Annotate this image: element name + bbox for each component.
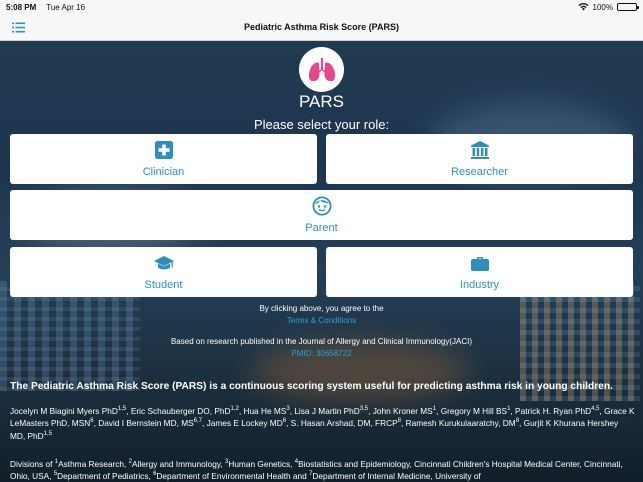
author-name: Hua He MS: [243, 406, 287, 416]
pars-description: The Pediatric Asthma Risk Score (PARS) i…: [10, 381, 613, 392]
author-name: Gregory M Hill BS: [440, 406, 508, 416]
author-affiliation-number: 4,5: [591, 406, 600, 413]
affiliation-text: Department of Environmental Health and: [156, 471, 310, 482]
parent-label: Parent: [305, 222, 338, 234]
author-name: Eric Schauberger DO, PhD: [130, 406, 231, 416]
author-list: Jocelyn M Biagini Myers PhD1,5, Eric Sch…: [10, 406, 635, 441]
affiliation-text: Allergy and Immunology,: [131, 459, 225, 469]
author-affiliation-number: 6: [282, 418, 287, 425]
medical-cross-icon: [154, 141, 173, 159]
author-name: John Kroner MS: [372, 406, 433, 416]
wifi-icon: [578, 3, 589, 11]
nav-bar: Pediatric Asthma Risk Score (PARS): [0, 14, 643, 41]
affiliation-text: Department of Internal Medicine, Univers…: [312, 471, 481, 482]
app-logo: [299, 47, 344, 92]
pmid-link[interactable]: PMID: 30658722: [0, 349, 643, 358]
affiliation-text: Asthma Research,: [58, 459, 129, 469]
author-affiliation-number: 1,5: [117, 406, 127, 413]
author-name: James E Lockey MD: [206, 418, 283, 429]
menu-icon[interactable]: [12, 22, 25, 33]
author-name: Patrick H. Ryan PhD: [515, 406, 592, 416]
role-prompt: Please select your role:: [253, 117, 390, 132]
affiliation-text: Department of Pediatrics,: [57, 471, 154, 482]
research-source-text: Based on research published in the Journ…: [170, 337, 473, 346]
student-label: Student: [144, 279, 183, 291]
nav-title: Pediatric Asthma Risk Score (PARS): [243, 22, 400, 32]
terms-link[interactable]: Terms & Conditions: [0, 316, 643, 325]
author-affiliation-number: 6: [90, 418, 94, 425]
affiliation-prefix: Divisions of: [10, 459, 55, 469]
status-date: Tue Apr 16: [46, 2, 86, 12]
author-affiliation-number: 3,5: [359, 406, 369, 413]
author-affiliation-number: 8: [515, 418, 520, 425]
affiliation-text: Human Genetics,: [228, 459, 295, 469]
author-name: S. Hasan Arshad, DM, FRCP: [290, 418, 398, 429]
app-name: PARS: [298, 92, 345, 111]
researcher-label: Researcher: [451, 166, 508, 178]
researcher-button[interactable]: Researcher: [326, 134, 633, 184]
industry-button[interactable]: Industry: [326, 247, 633, 297]
author-name: Jocelyn M Biagini Myers PhD: [10, 406, 118, 416]
author-affiliation-number: 1,5: [43, 431, 52, 438]
clinician-label: Clinician: [142, 166, 185, 178]
author-affiliation-number: 6,7: [193, 418, 202, 425]
parent-button[interactable]: Parent: [10, 190, 633, 240]
clinician-button[interactable]: Clinician: [10, 134, 317, 184]
author-affiliation-number: 3: [286, 406, 290, 413]
status-time: 5:08 PM: [6, 2, 37, 12]
affiliation-list: Divisions of 1Asthma Research, 2Allergy …: [10, 458, 635, 482]
author-name: Ramesh Kurukulaaratchy, DM: [405, 418, 516, 429]
battery-percent: 100%: [592, 2, 613, 12]
briefcase-icon: [470, 257, 489, 271]
author-affiliation-number: 8: [397, 418, 401, 425]
author-affiliation-number: 1,2: [230, 406, 239, 413]
author-affiliation-number: 1: [432, 406, 437, 413]
graduation-cap-icon: [153, 256, 174, 270]
author-affiliation-number: 1: [507, 406, 511, 413]
agree-text: By clicking above, you agree to the: [259, 304, 384, 313]
child-face-icon: [311, 196, 332, 216]
author-name: David I Bernstein MD, MS: [98, 418, 194, 429]
battery-icon: [617, 3, 639, 11]
status-bar: 5:08 PM Tue Apr 16 100%: [0, 0, 643, 14]
lungs-icon: [308, 57, 335, 81]
author-name: Lisa J Martin PhD: [294, 406, 360, 416]
status-right: 100%: [578, 2, 639, 12]
student-button[interactable]: Student: [10, 247, 317, 297]
institution-icon: [470, 141, 489, 159]
industry-label: Industry: [459, 279, 500, 291]
